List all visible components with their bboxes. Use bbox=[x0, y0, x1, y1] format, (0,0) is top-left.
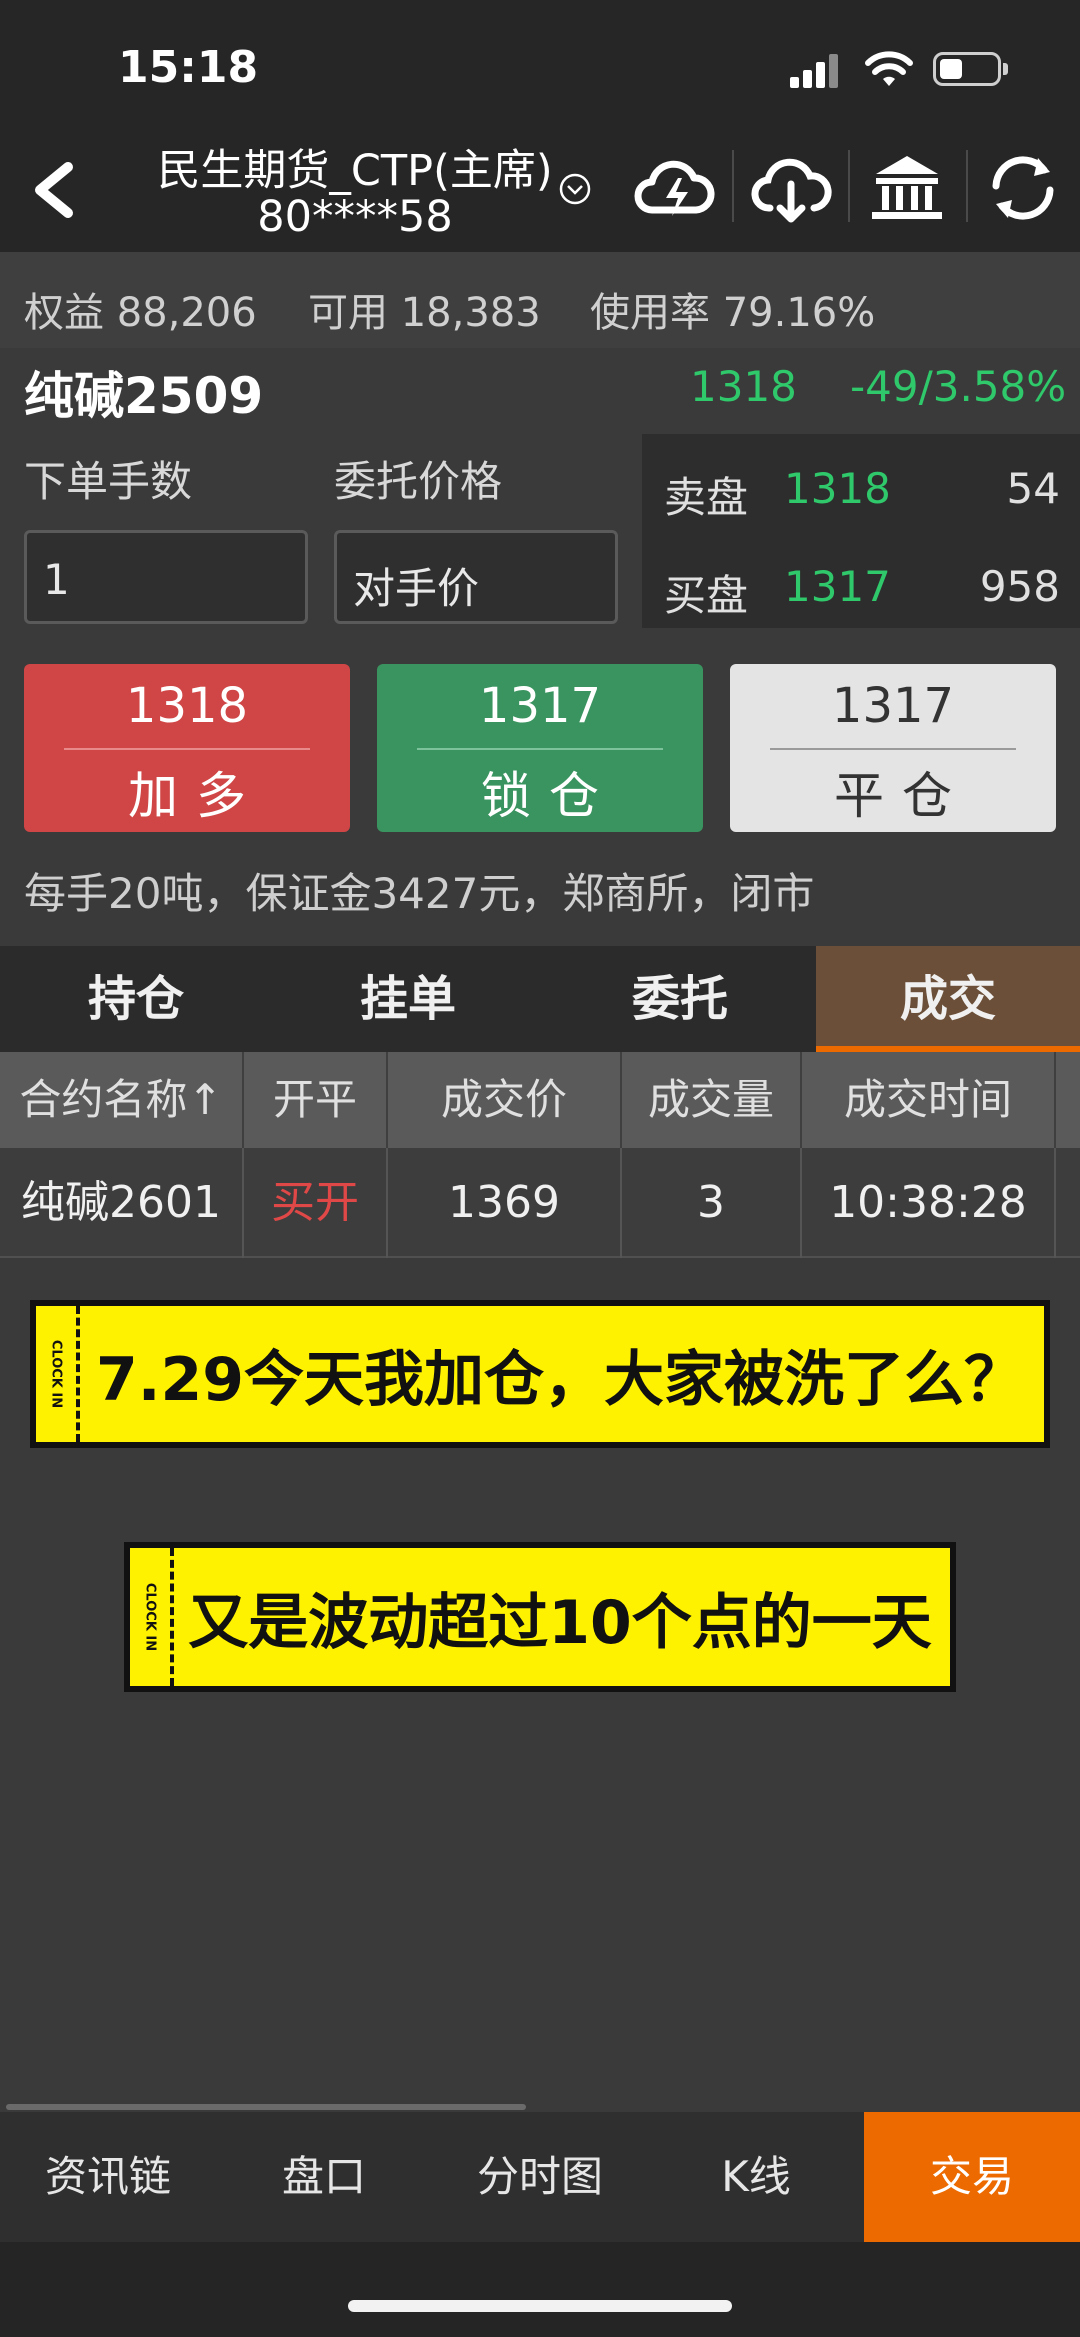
caption-line-1: 7.29今天我加仓，大家被洗了么？ bbox=[95, 1344, 1025, 1415]
buy-open-button[interactable]: 1318 加多 bbox=[24, 664, 350, 832]
bid-price[interactable]: 1317 bbox=[784, 562, 891, 611]
clock-in-label: CLOCK IN bbox=[48, 1339, 64, 1409]
price-type-input[interactable]: 对手价 bbox=[334, 530, 618, 624]
cell-contract: 纯碱2601 bbox=[21, 1177, 221, 1228]
tab-orders[interactable]: 委托 bbox=[544, 946, 816, 1052]
cell-volume: 3 bbox=[697, 1177, 725, 1228]
nav-orderbook[interactable]: 盘口 bbox=[216, 2112, 432, 2242]
col-time: 成交时间 bbox=[843, 1075, 1012, 1124]
table-row[interactable]: 纯碱2601 买开 1369 3 10:38:28 bbox=[0, 1148, 1080, 1258]
ask-price[interactable]: 1318 bbox=[784, 464, 891, 513]
order-book: 卖盘 1318 54 买盘 1317 958 bbox=[642, 434, 1080, 628]
price-type-value: 对手价 bbox=[353, 564, 480, 613]
lock-position-button[interactable]: 1317 锁仓 bbox=[377, 664, 703, 832]
chevron-down-icon[interactable] bbox=[558, 172, 592, 206]
account-summary: 权益 88,206 可用 18,383 使用率 79.16% bbox=[0, 252, 1080, 348]
ask-volume: 54 bbox=[1006, 464, 1060, 513]
bid-volume: 958 bbox=[979, 562, 1060, 611]
equity-text: 权益 88,206 bbox=[24, 290, 257, 336]
contract-name[interactable]: 纯碱2509 bbox=[24, 356, 263, 428]
caption-banner-2: CLOCK IN 又是波动超过10个点的一天 bbox=[124, 1542, 956, 1692]
cloud-lightning-icon[interactable] bbox=[630, 148, 720, 228]
col-contract[interactable]: 合约名称↑ bbox=[0, 1052, 242, 1148]
signal-icon bbox=[790, 54, 838, 88]
caption-banner-1: CLOCK IN 7.29今天我加仓，大家被洗了么？ bbox=[30, 1300, 1050, 1448]
back-button[interactable] bbox=[20, 155, 90, 225]
scroll-indicator[interactable] bbox=[6, 2104, 526, 2110]
bottom-nav: 资讯链 盘口 分时图 K线 交易 bbox=[0, 2112, 1080, 2242]
account-id[interactable]: 80****58 bbox=[140, 192, 570, 242]
caption-line-2: 又是波动超过10个点的一天 bbox=[188, 1587, 932, 1658]
col-price: 成交价 bbox=[440, 1075, 567, 1124]
clock-in-label: CLOCK IN bbox=[142, 1582, 158, 1652]
contract-info: 每手20吨，保证金3427元，郑商所，闭市 bbox=[24, 869, 815, 918]
tab-pending[interactable]: 挂单 bbox=[272, 946, 544, 1052]
cell-open-close: 买开 bbox=[271, 1177, 359, 1228]
tab-trades[interactable]: 成交 bbox=[816, 946, 1080, 1052]
qty-value: 1 bbox=[43, 555, 70, 604]
home-indicator[interactable] bbox=[348, 2300, 732, 2312]
available-text: 可用 18,383 bbox=[308, 290, 541, 336]
bank-icon[interactable] bbox=[862, 148, 952, 228]
cell-price: 1369 bbox=[448, 1177, 560, 1228]
bid-label: 买盘 bbox=[664, 571, 749, 620]
usage-rate-text: 使用率 79.16% bbox=[590, 290, 876, 336]
cloud-download-icon[interactable] bbox=[746, 148, 836, 228]
status-time: 15:18 bbox=[118, 42, 259, 93]
tab-positions[interactable]: 持仓 bbox=[0, 946, 272, 1052]
col-volume: 成交量 bbox=[647, 1075, 774, 1124]
ask-label: 卖盘 bbox=[664, 473, 749, 522]
price-label: 委托价格 bbox=[334, 457, 503, 506]
nav-timeshare-chart[interactable]: 分时图 bbox=[432, 2112, 648, 2242]
refresh-icon[interactable] bbox=[978, 148, 1068, 228]
last-price: 1318 bbox=[690, 362, 797, 411]
nav-news[interactable]: 资讯链 bbox=[0, 2112, 216, 2242]
broker-name[interactable]: 民生期货_CTP(主席) bbox=[140, 136, 570, 198]
record-tabs: 持仓 挂单 委托 成交 bbox=[0, 946, 1080, 1052]
nav-trade[interactable]: 交易 bbox=[864, 2112, 1080, 2242]
qty-input[interactable]: 1 bbox=[24, 530, 308, 624]
col-open-close: 开平 bbox=[272, 1075, 357, 1124]
wifi-icon bbox=[865, 51, 913, 86]
close-position-button[interactable]: 1317 平仓 bbox=[730, 664, 1056, 832]
cell-time: 10:38:28 bbox=[829, 1177, 1027, 1228]
table-header: 合约名称↑ 开平 成交价 成交量 成交时间 bbox=[0, 1052, 1080, 1148]
price-change: -49/3.58% bbox=[850, 362, 1067, 411]
battery-icon bbox=[933, 52, 1001, 86]
qty-label: 下单手数 bbox=[24, 457, 193, 506]
nav-kline[interactable]: K线 bbox=[648, 2112, 864, 2242]
